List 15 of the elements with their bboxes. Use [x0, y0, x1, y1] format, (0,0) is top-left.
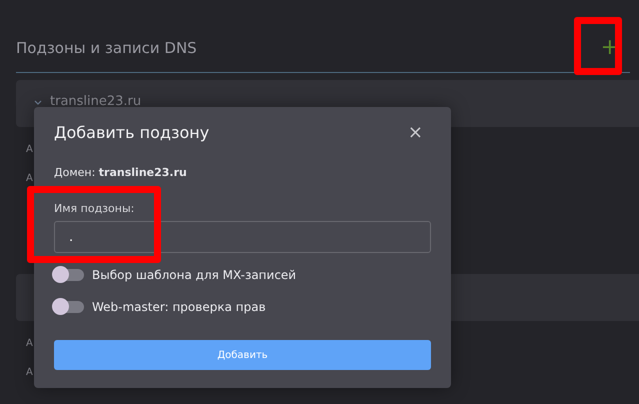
record-type: A: [26, 144, 33, 155]
toggle-switch[interactable]: [54, 301, 84, 313]
section-title: Подзоны и записи DNS: [16, 39, 197, 57]
record-type: A: [26, 338, 33, 349]
field-label: Имя подзоны:: [54, 202, 136, 215]
toggle-label: Web-master: проверка прав: [92, 300, 266, 314]
toggle-label: Выбор шаблона для MX-записей: [92, 268, 296, 282]
highlight-frame: [574, 17, 622, 75]
domain-label: Домен: transline23.ru: [54, 166, 188, 179]
add-button[interactable]: Добавить: [54, 340, 431, 370]
toggle-switch[interactable]: [54, 269, 84, 281]
record-type: A: [26, 367, 33, 378]
record-type: A: [26, 173, 33, 184]
subzone-name-field[interactable]: .: [54, 221, 431, 253]
domain-name: transline23.ru: [50, 94, 142, 109]
